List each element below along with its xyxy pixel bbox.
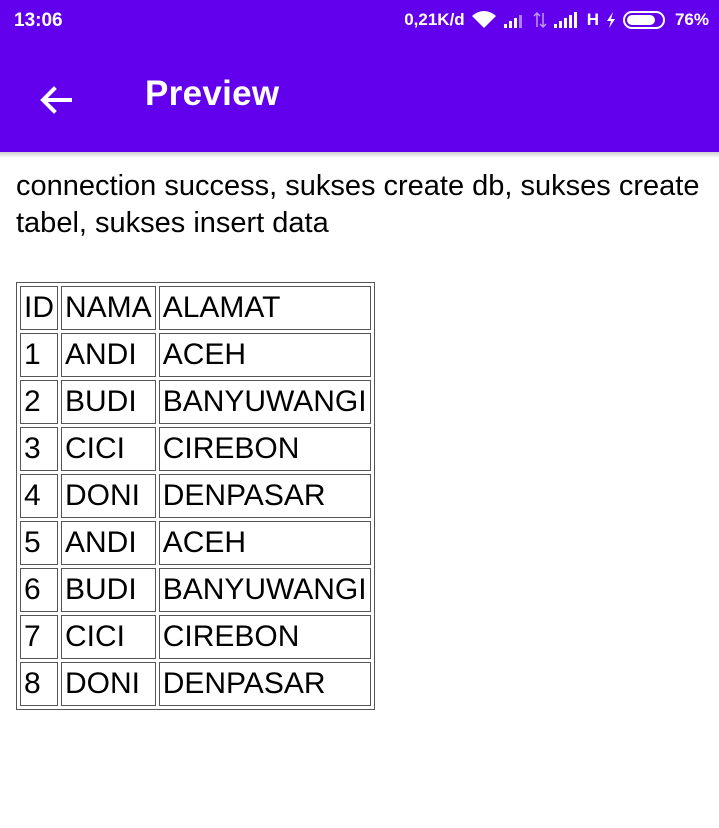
status-message: connection success, sukses create db, su… xyxy=(16,170,700,239)
charging-icon xyxy=(606,12,615,28)
cell-id: 1 xyxy=(20,333,58,377)
table-row: 1 ANDI ACEH xyxy=(20,333,371,377)
cell-nama: ANDI xyxy=(61,521,156,565)
cell-id: 7 xyxy=(20,615,58,659)
cell-alamat: DENPASAR xyxy=(158,662,371,706)
table-header-row: ID NAMA ALAMAT xyxy=(20,286,371,330)
network-speed: 0,21K/d xyxy=(404,10,465,29)
app-bar-shadow xyxy=(0,152,719,158)
cell-alamat: ACEH xyxy=(158,521,371,565)
cell-alamat: ACEH xyxy=(158,333,371,377)
cell-nama: DONI xyxy=(61,474,156,518)
cell-nama: ANDI xyxy=(61,333,156,377)
column-header-alamat: ALAMAT xyxy=(158,286,371,330)
back-button[interactable] xyxy=(34,78,78,122)
cell-alamat: CIREBON xyxy=(158,427,371,471)
data-transfer-icon xyxy=(533,11,547,29)
cell-id: 3 xyxy=(20,427,58,471)
column-header-id: ID xyxy=(20,286,58,330)
cell-alamat: CIREBON xyxy=(158,615,371,659)
table-row: 5 ANDI ACEH xyxy=(20,521,371,565)
signal-icon xyxy=(503,15,522,28)
cell-nama: BUDI xyxy=(61,568,156,612)
cell-id: 4 xyxy=(20,474,58,518)
cell-nama: DONI xyxy=(61,662,156,706)
page-title: Preview xyxy=(145,74,280,113)
table-row: 3 CICI CIREBON xyxy=(20,427,371,471)
table-row: 6 BUDI BANYUWANGI xyxy=(20,568,371,612)
cell-id: 8 xyxy=(20,662,58,706)
app-bar: Preview xyxy=(0,44,719,152)
cell-id: 6 xyxy=(20,568,58,612)
data-table: ID NAMA ALAMAT 1 ANDI ACEH 2 BUDI BANYUW… xyxy=(16,282,375,710)
cell-nama: BUDI xyxy=(61,380,156,424)
table-row: 4 DONI DENPASAR xyxy=(20,474,371,518)
arrow-back-icon xyxy=(40,86,72,114)
table-row: 2 BUDI BANYUWANGI xyxy=(20,380,371,424)
cell-alamat: DENPASAR xyxy=(158,474,371,518)
battery-percent: 76% xyxy=(674,10,709,29)
wifi-icon xyxy=(471,11,496,28)
cell-alamat: BANYUWANGI xyxy=(158,380,371,424)
cell-id: 2 xyxy=(20,380,58,424)
table-row: 7 CICI CIREBON xyxy=(20,615,371,659)
cell-alamat: BANYUWANGI xyxy=(158,568,371,612)
column-header-nama: NAMA xyxy=(61,286,156,330)
network-type: H xyxy=(586,10,599,29)
signal-icon xyxy=(553,12,577,28)
cell-nama: CICI xyxy=(61,615,156,659)
status-time: 13:06 xyxy=(14,10,63,31)
table-row: 8 DONI DENPASAR xyxy=(20,662,371,706)
status-icons: 0,21K/d H 76% xyxy=(404,10,709,30)
status-bar: 13:06 0,21K/d H 76% xyxy=(0,0,719,44)
cell-nama: CICI xyxy=(61,427,156,471)
battery-icon xyxy=(622,11,665,29)
cell-id: 5 xyxy=(20,521,58,565)
